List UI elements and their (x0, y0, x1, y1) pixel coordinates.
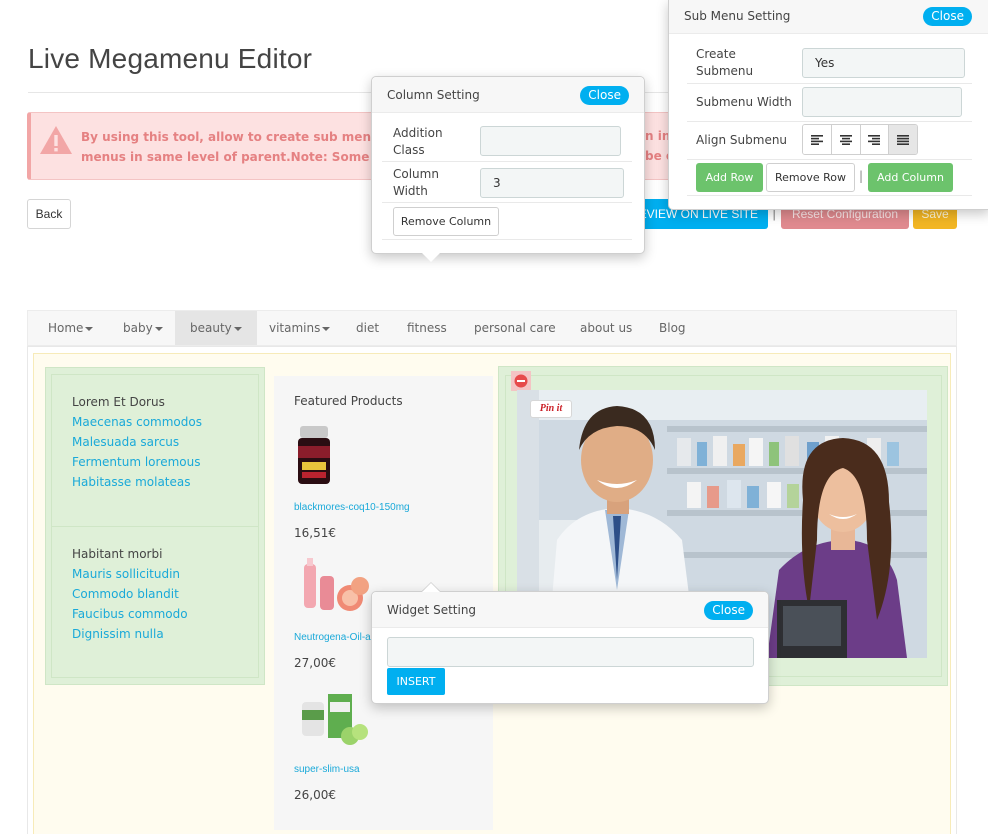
product-name-link[interactable]: blackmores-coq10-150mg (294, 502, 410, 513)
product-price: 27,00€ (294, 656, 336, 670)
addition-class-input[interactable] (480, 126, 621, 156)
nav-item-label: Blog (659, 321, 686, 335)
align-left-button[interactable] (803, 125, 832, 154)
menu-link[interactable]: Fermentum loremous (72, 455, 200, 469)
nav-item-vitamins[interactable]: vitamins (254, 311, 345, 345)
align-right-icon (868, 134, 881, 145)
nav-item-personal-care[interactable]: personal care (459, 311, 571, 345)
menu-link[interactable]: Faucibus commodo (72, 607, 188, 621)
row-divider (382, 161, 632, 162)
link-group-title: Lorem Et Dorus (72, 395, 165, 409)
row-divider (687, 121, 972, 122)
megamenu-dropdown: Lorem Et Dorus Maecenas commodos Malesua… (27, 346, 957, 834)
row-divider (382, 202, 632, 203)
menu-link[interactable]: Maecenas commodos (72, 415, 202, 429)
popover-arrow (422, 253, 440, 262)
link-group-1[interactable]: Lorem Et Dorus Maecenas commodos Malesua… (51, 374, 259, 526)
popover-header: Widget Setting Close (372, 592, 768, 628)
caret-down-icon (233, 326, 242, 331)
close-button[interactable]: Close (923, 7, 972, 26)
add-column-button[interactable]: Add Column (868, 163, 953, 192)
remove-widget-icon[interactable] (511, 371, 531, 391)
nav-item-label: diet (356, 321, 380, 335)
caret-down-icon (85, 326, 94, 331)
product-price: 26,00€ (294, 788, 336, 802)
menu-link[interactable]: Malesuada sarcus (72, 435, 179, 449)
megamenu-nav-bar: Home baby beauty vitamins diet fitness p… (27, 310, 957, 346)
caret-down-icon (322, 326, 331, 331)
button-separator: | (859, 169, 864, 183)
nav-item-blog[interactable]: Blog (644, 311, 701, 345)
insert-button[interactable]: INSERT (387, 668, 445, 695)
nav-item-label: Home (48, 321, 84, 335)
align-submenu-group (802, 124, 918, 155)
nav-item-label: vitamins (269, 321, 321, 335)
widget-select[interactable] (387, 637, 754, 667)
submenu-setting-popover: Sub Menu Setting Close Create Submenu Ye… (668, 0, 988, 210)
align-justify-icon (897, 134, 910, 145)
menu-link[interactable]: Dignissim nulla (72, 627, 164, 641)
popover-header: Sub Menu Setting Close (669, 0, 988, 34)
column-width-label: Column Width (393, 167, 439, 198)
remove-column-button[interactable]: Remove Column (393, 207, 499, 236)
nav-item-fitness[interactable]: fitness (392, 311, 462, 345)
align-justify-button[interactable] (889, 125, 917, 154)
add-row-button[interactable]: Add Row (696, 163, 763, 192)
featured-products-title: Featured Products (294, 394, 403, 408)
close-button[interactable]: Close (704, 601, 753, 620)
nav-item-diet[interactable]: diet (341, 311, 394, 345)
nav-item-label: about us (580, 321, 633, 335)
row-divider (687, 195, 972, 196)
submenu-width-label: Submenu Width (696, 95, 792, 109)
column-setting-popover: Column Setting Close Addition Class Colu… (371, 76, 645, 254)
nav-item-label: personal care (474, 321, 556, 335)
align-right-button[interactable] (860, 125, 890, 154)
widget-setting-popover: Widget Setting Close INSERT (371, 591, 769, 704)
row-divider (687, 159, 972, 160)
popover-title: Sub Menu Setting (684, 9, 791, 23)
editor-page: Live Megamenu Editor By using this tool,… (0, 0, 988, 834)
page-title: Live Megamenu Editor (28, 43, 313, 74)
menu-link[interactable]: Commodo blandit (72, 587, 179, 601)
row-divider (687, 83, 972, 84)
align-center-icon (839, 134, 852, 145)
product-price: 16,51€ (294, 526, 336, 540)
nav-item-baby[interactable]: baby (108, 311, 178, 345)
popover-title: Column Setting (387, 88, 480, 102)
addition-class-label: Addition Class (393, 126, 443, 157)
pin-it-button[interactable]: Pin it (530, 400, 572, 418)
create-submenu-label: Create Submenu (696, 47, 754, 78)
popover-arrow (422, 583, 440, 592)
warning-icon (40, 126, 72, 154)
menu-link[interactable]: Habitasse molateas (72, 475, 191, 489)
remove-row-button[interactable]: Remove Row (766, 163, 855, 192)
row-divider (382, 239, 632, 240)
popover-title: Widget Setting (387, 603, 477, 617)
caret-down-icon (154, 326, 163, 331)
product-name-link[interactable]: super-slim-usa (294, 764, 360, 775)
nav-item-about-us[interactable]: about us (565, 311, 647, 345)
nav-item-label: baby (123, 321, 153, 335)
product-name-link[interactable]: Neutrogena-Oil-ac (294, 632, 376, 643)
product-image-neutrogena[interactable] (292, 556, 372, 616)
align-left-icon (810, 134, 823, 145)
close-button[interactable]: Close (580, 86, 629, 105)
nav-item-beauty[interactable]: beauty (175, 311, 257, 345)
back-button[interactable]: Back (27, 199, 71, 229)
align-center-button[interactable] (831, 125, 861, 154)
nav-item-label: beauty (190, 321, 232, 335)
align-submenu-label: Align Submenu (696, 133, 788, 147)
product-image-super-slim[interactable] (300, 692, 370, 748)
nav-item-label: fitness (407, 321, 447, 335)
nav-item-home[interactable]: Home (33, 311, 108, 345)
menu-column-links[interactable]: Lorem Et Dorus Maecenas commodos Malesua… (45, 367, 265, 685)
menu-link[interactable]: Mauris sollicitudin (72, 567, 180, 581)
link-group-title: Habitant morbi (72, 547, 163, 561)
product-image-blackmores[interactable] (296, 426, 336, 488)
popover-header: Column Setting Close (372, 77, 644, 113)
column-width-input[interactable]: 3 (480, 168, 624, 198)
create-submenu-select[interactable]: Yes (802, 48, 965, 78)
link-group-2[interactable]: Habitant morbi Mauris sollicitudin Commo… (51, 526, 259, 678)
submenu-width-input[interactable] (802, 87, 962, 117)
